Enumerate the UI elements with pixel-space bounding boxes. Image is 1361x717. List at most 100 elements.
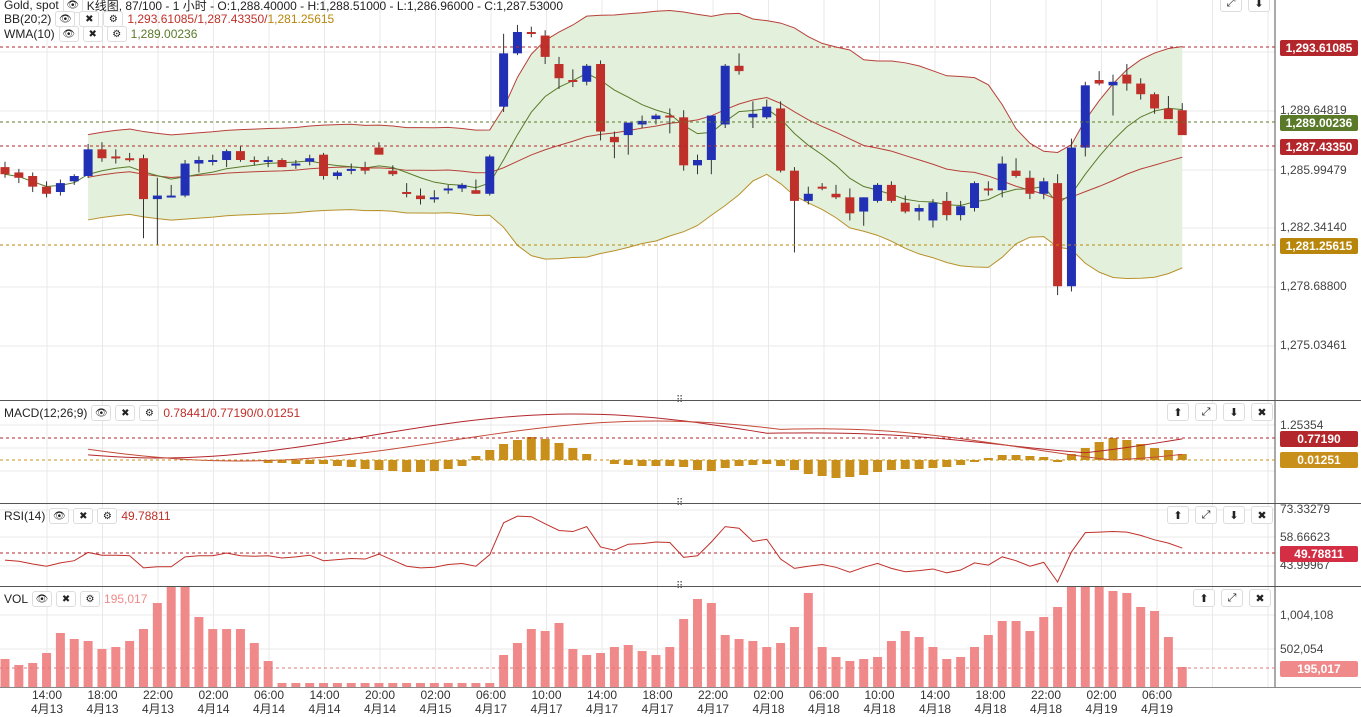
- candle-body: [360, 167, 370, 171]
- eye-icon[interactable]: 👁: [58, 26, 79, 42]
- gear-icon[interactable]: ⚙: [106, 26, 127, 42]
- eye-icon[interactable]: 👁: [32, 591, 53, 607]
- volume-bar: [886, 641, 896, 687]
- time-axis-label: 14:00 4月14: [300, 688, 350, 716]
- time-axis-time: 22:00: [1030, 688, 1062, 702]
- volume-bar: [180, 587, 190, 687]
- volume-bar: [263, 661, 273, 687]
- macd-histogram-bar: [526, 437, 536, 460]
- arrow-down-icon[interactable]: ⬇: [1223, 403, 1245, 421]
- gear-icon[interactable]: ⚙: [139, 405, 160, 421]
- gear-icon[interactable]: ⚙: [80, 591, 101, 607]
- candle-body: [1011, 170, 1021, 176]
- time-axis-label: 06:00 4月19: [1132, 688, 1182, 716]
- candle-body: [235, 151, 245, 160]
- candle-body: [997, 163, 1007, 191]
- volume-bar: [1039, 617, 1049, 687]
- volume-bar: [665, 647, 675, 687]
- volume-panel[interactable]: VOL 👁 ✖ ⚙ 195,017 ⬆ ⤢ ✖ 1,004,108 502,05…: [0, 587, 1361, 687]
- candle-body: [1108, 81, 1118, 86]
- volume-bar: [983, 635, 993, 687]
- candle-body: [471, 190, 481, 194]
- price-axis-label: 1,285.99479: [1280, 163, 1347, 177]
- arrow-up-icon[interactable]: ⬆: [1193, 589, 1215, 607]
- candle-body: [873, 184, 883, 201]
- expand-icon[interactable]: ⤢: [1220, 0, 1242, 12]
- expand-icon[interactable]: ⤢: [1221, 589, 1243, 607]
- volume-bar: [873, 657, 883, 687]
- macd-histogram-bar: [886, 460, 896, 470]
- macd-label: MACD(12;26;9): [4, 406, 88, 420]
- candle-body: [623, 122, 633, 136]
- rsi-panel[interactable]: RSI(14) 👁 ✖ ⚙ 49.78811 ⬆ ⤢ ⬇ ✖ 73.33279 …: [0, 502, 1361, 586]
- time-axis-date: 4月14: [363, 702, 397, 716]
- time-axis-date: 4月18: [863, 702, 896, 716]
- vol-value: 195,017: [104, 592, 148, 606]
- close-icon[interactable]: ✖: [1251, 403, 1273, 421]
- eye-icon[interactable]: 👁: [91, 405, 112, 421]
- volume-canvas: [0, 587, 1276, 687]
- macd-histogram-bar: [942, 460, 952, 467]
- close-icon[interactable]: ✖: [79, 11, 100, 27]
- close-icon[interactable]: ✖: [82, 26, 103, 42]
- time-axis-time: 18:00: [642, 688, 673, 702]
- volume-bar: [1080, 587, 1090, 687]
- main-panel-controls: ⤢ ⬇: [1220, 0, 1270, 12]
- eye-icon[interactable]: 👁: [49, 508, 70, 524]
- candle-body: [222, 151, 232, 160]
- candle-body: [485, 156, 495, 194]
- macd-histogram-bar: [1122, 440, 1132, 460]
- close-icon[interactable]: ✖: [56, 591, 77, 607]
- main-chart-panel[interactable]: Gold, spot 👁 K线图, 87/100 - 1 小时 - O:1,28…: [0, 0, 1361, 400]
- eye-icon[interactable]: 👁: [55, 11, 76, 27]
- arrow-up-icon[interactable]: ⬆: [1167, 403, 1189, 421]
- time-axis-time: 22:00: [697, 688, 729, 702]
- candle-body: [1080, 85, 1090, 148]
- rsi-axis-label: 73.33279: [1280, 502, 1331, 516]
- time-axis-date: 4月17: [585, 702, 619, 716]
- macd-histogram-bar: [831, 460, 841, 478]
- gear-icon[interactable]: ⚙: [103, 11, 124, 27]
- rsi-label: RSI(14): [4, 509, 46, 523]
- macd-panel[interactable]: MACD(12;26;9) 👁 ✖ ⚙ 0.78441/0.77190/0.01…: [0, 401, 1361, 503]
- volume-bar: [0, 659, 10, 687]
- time-axis-time: 06:00: [475, 688, 507, 702]
- time-axis-date: 4月18: [807, 702, 841, 716]
- time-axis-time: 18:00: [975, 688, 1006, 702]
- candle-body: [208, 160, 218, 162]
- candle-body: [928, 202, 938, 221]
- candle-body: [83, 149, 93, 176]
- candle-body: [1150, 94, 1160, 109]
- arrow-down-icon[interactable]: ⬇: [1248, 0, 1270, 12]
- arrow-down-icon[interactable]: ⬇: [1223, 506, 1245, 524]
- time-axis-time: 02:00: [1086, 688, 1117, 702]
- rsi-value: 49.78811: [121, 509, 171, 523]
- candle-body: [900, 202, 910, 212]
- candle-body: [319, 154, 329, 176]
- candle-body: [1066, 147, 1076, 287]
- volume-bar: [540, 631, 550, 687]
- candle-body: [42, 186, 52, 194]
- candle-body: [637, 120, 647, 125]
- candle-body: [111, 156, 121, 159]
- rsi-line: [4, 515, 1183, 583]
- close-icon[interactable]: ✖: [1249, 589, 1271, 607]
- expand-icon[interactable]: ⤢: [1195, 403, 1217, 421]
- volume-bar: [152, 603, 162, 687]
- arrow-up-icon[interactable]: ⬆: [1167, 506, 1189, 524]
- main-chart-canvas[interactable]: [0, 0, 1361, 400]
- volume-bar: [609, 647, 619, 687]
- macd-histogram-bar: [748, 460, 758, 465]
- time-axis-time: 06:00: [1141, 688, 1173, 702]
- close-icon[interactable]: ✖: [1251, 506, 1273, 524]
- time-axis-label: 02:00 4月19: [1077, 688, 1127, 716]
- volume-bar: [1025, 631, 1035, 687]
- expand-icon[interactable]: ⤢: [1195, 506, 1217, 524]
- bb-label: BB(20;2): [4, 12, 52, 26]
- close-icon[interactable]: ✖: [115, 405, 136, 421]
- close-icon[interactable]: ✖: [73, 508, 94, 524]
- volume-bar: [914, 637, 924, 687]
- gear-icon[interactable]: ⚙: [97, 508, 118, 524]
- volume-bar: [69, 639, 79, 687]
- candle-body: [859, 197, 869, 212]
